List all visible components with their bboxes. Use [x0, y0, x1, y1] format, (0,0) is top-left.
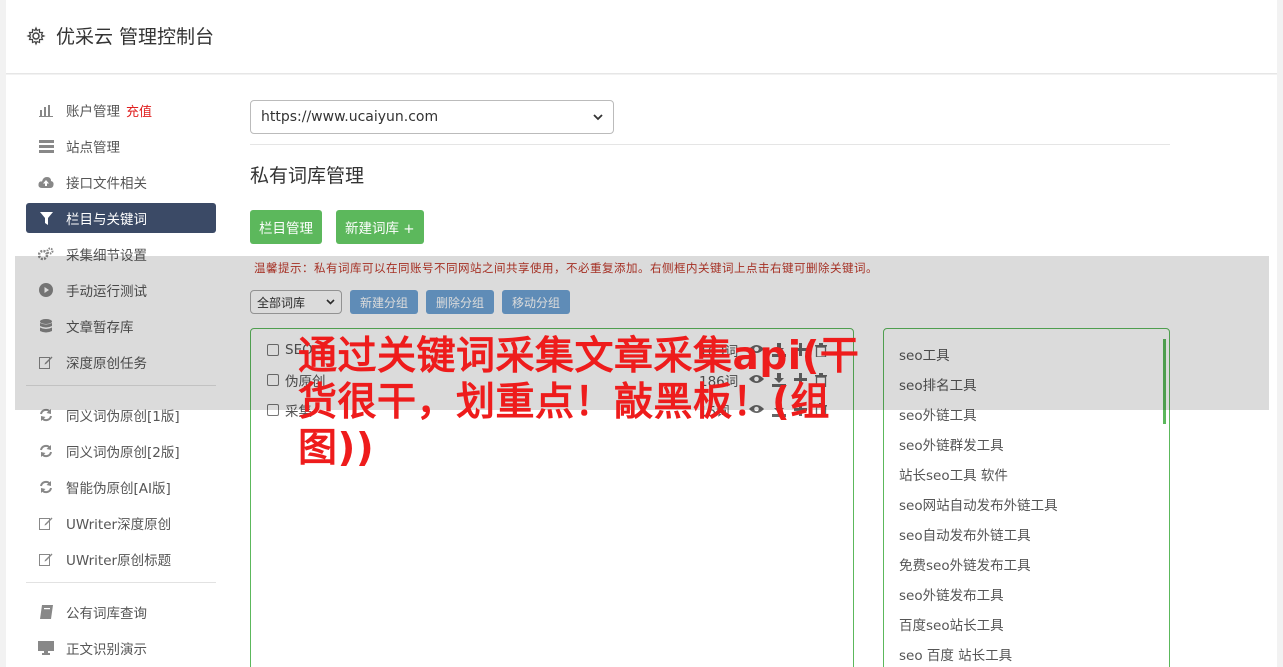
sidebar-item-account[interactable]: 账户管理 充值: [26, 95, 216, 125]
sidebar-item-label: 智能伪原创[AI版]: [66, 481, 171, 497]
new-library-button[interactable]: 新建词库 +: [336, 210, 424, 244]
keyword-item[interactable]: seo外链群发工具: [899, 434, 1004, 454]
filter-icon: [38, 210, 54, 226]
edit-icon: [38, 551, 54, 567]
recharge-link[interactable]: 充值: [126, 101, 152, 120]
sidebar-item-public-lexicon[interactable]: 公有词库查询: [26, 597, 216, 627]
sidebar-divider: [26, 582, 216, 583]
sidebar-item-label: 接口文件相关: [66, 176, 147, 192]
page-title: 私有词库管理: [250, 165, 365, 187]
monitor-icon: [38, 640, 54, 656]
keyword-item[interactable]: seo网站自动发布外链工具: [899, 494, 1058, 514]
sidebar-item-columns-keywords[interactable]: 栏目与关键词: [26, 203, 216, 233]
keyword-item[interactable]: seo自动发布外链工具: [899, 524, 1031, 544]
chevron-down-icon: [593, 113, 603, 120]
divider: [250, 144, 1170, 145]
sidebar-item-label: 公有词库查询: [66, 606, 147, 622]
keyword-item[interactable]: seo 百度 站长工具: [899, 644, 1012, 664]
sidebar-item-label: 同义词伪原创[2版]: [66, 445, 180, 461]
sidebar-item-label: 正文识别演示: [66, 642, 147, 658]
keyword-item[interactable]: 站长seo工具 软件: [899, 464, 1008, 484]
sidebar-item-uwriter-title[interactable]: UWriter原创标题: [26, 544, 216, 574]
action-buttons: 栏目管理 新建词库 +: [250, 210, 1170, 244]
sidebar-item-label: UWriter原创标题: [66, 553, 172, 569]
bar-chart-icon: [38, 102, 54, 118]
sidebar-item-text-recognition[interactable]: 正文识别演示: [26, 633, 216, 663]
keyword-item[interactable]: 百度seo站长工具: [899, 614, 1004, 634]
site-select-value: https://www.ucaiyun.com: [261, 109, 439, 125]
sidebar-item-sites[interactable]: 站点管理: [26, 131, 216, 161]
column-manage-button[interactable]: 栏目管理: [250, 210, 322, 244]
server-icon: [38, 138, 54, 154]
sidebar-item-label: UWriter深度原创: [66, 517, 172, 533]
sidebar-item-interface[interactable]: 接口文件相关: [26, 167, 216, 197]
sidebar-item-uwriter-deep[interactable]: UWriter深度原创: [26, 508, 216, 538]
keyword-item[interactable]: 免费seo外链发布工具: [899, 554, 1031, 574]
app-title: 优采云 管理控制台: [56, 26, 215, 48]
sidebar-item-label: 栏目与关键词: [66, 212, 147, 228]
keyword-item[interactable]: seo外链发布工具: [899, 584, 1004, 604]
refresh-icon: [38, 479, 54, 495]
refresh-icon: [38, 443, 54, 459]
sidebar-item-synonym-v2[interactable]: 同义词伪原创[2版]: [26, 436, 216, 466]
overlay-title: 通过关键词采集文章采集api(干货很干，划重点！敲黑板！(组图)): [298, 334, 860, 471]
top-header: 优采云 管理控制台: [6, 0, 1277, 74]
sidebar-item-label: 账户管理: [66, 104, 120, 120]
cloud-upload-icon: [38, 174, 54, 190]
brand: 优采云 管理控制台: [26, 22, 214, 49]
site-select[interactable]: https://www.ucaiyun.com: [250, 100, 614, 134]
sidebar-item-label: 站点管理: [66, 140, 120, 156]
book-icon: [38, 604, 54, 620]
gear-icon: [26, 25, 46, 46]
edit-icon: [38, 515, 54, 531]
sidebar-item-ai-rewrite[interactable]: 智能伪原创[AI版]: [26, 472, 216, 502]
